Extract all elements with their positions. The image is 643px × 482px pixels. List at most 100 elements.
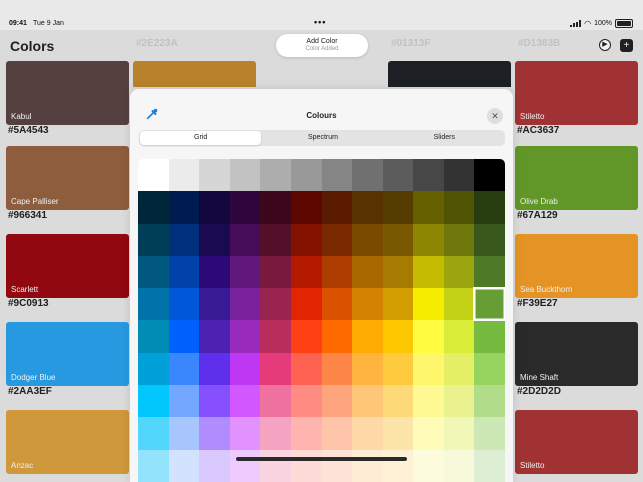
color-swatch[interactable] bbox=[352, 223, 383, 256]
color-swatch[interactable] bbox=[260, 417, 291, 450]
color-swatch[interactable] bbox=[474, 223, 505, 256]
color-swatch[interactable] bbox=[443, 449, 475, 482]
tab-grid[interactable]: Grid bbox=[140, 131, 262, 145]
color-swatch[interactable] bbox=[290, 352, 322, 386]
tab-spectrum[interactable]: Spectrum bbox=[262, 130, 383, 146]
color-swatch[interactable] bbox=[229, 159, 261, 192]
color-swatch[interactable] bbox=[168, 449, 200, 482]
color-swatch[interactable] bbox=[229, 385, 261, 418]
tab-sliders[interactable]: Sliders bbox=[384, 130, 505, 146]
color-swatch[interactable] bbox=[138, 223, 169, 256]
color-swatch[interactable] bbox=[443, 288, 475, 321]
color-swatch[interactable] bbox=[321, 191, 353, 224]
color-swatch[interactable] bbox=[168, 352, 200, 386]
color-swatch[interactable] bbox=[138, 449, 169, 482]
color-swatch[interactable] bbox=[199, 159, 230, 192]
color-swatch[interactable] bbox=[321, 255, 353, 289]
color-swatch[interactable] bbox=[229, 352, 261, 386]
color-swatch[interactable] bbox=[138, 352, 169, 386]
color-swatch[interactable] bbox=[382, 223, 414, 256]
color-swatch[interactable] bbox=[413, 352, 444, 386]
color-swatch[interactable] bbox=[321, 417, 353, 450]
color-swatch[interactable] bbox=[474, 288, 505, 321]
color-swatch[interactable] bbox=[168, 159, 200, 192]
color-swatch[interactable] bbox=[229, 288, 261, 321]
color-swatch[interactable] bbox=[138, 288, 169, 321]
color-swatch[interactable] bbox=[382, 159, 414, 192]
color-swatch[interactable] bbox=[260, 352, 291, 386]
color-swatch[interactable] bbox=[352, 159, 383, 192]
color-swatch[interactable] bbox=[229, 191, 261, 224]
color-swatch[interactable] bbox=[413, 320, 444, 353]
color-swatch[interactable] bbox=[199, 417, 230, 450]
color-swatch[interactable] bbox=[229, 255, 261, 289]
color-swatch[interactable] bbox=[443, 159, 475, 192]
color-swatch[interactable] bbox=[260, 288, 291, 321]
color-swatch[interactable] bbox=[199, 320, 230, 353]
color-swatch[interactable] bbox=[321, 288, 353, 321]
color-swatch[interactable] bbox=[474, 255, 505, 289]
color-swatch[interactable] bbox=[321, 320, 353, 353]
color-swatch[interactable] bbox=[352, 417, 383, 450]
color-swatch[interactable] bbox=[229, 449, 261, 482]
color-swatch[interactable] bbox=[199, 255, 230, 289]
color-swatch[interactable] bbox=[199, 352, 230, 386]
color-swatch[interactable] bbox=[290, 320, 322, 353]
color-swatch[interactable] bbox=[290, 223, 322, 256]
color-swatch[interactable] bbox=[413, 159, 444, 192]
color-swatch[interactable] bbox=[474, 352, 505, 386]
color-swatch[interactable] bbox=[321, 352, 353, 386]
color-swatch[interactable] bbox=[138, 255, 169, 289]
color-swatch[interactable] bbox=[199, 385, 230, 418]
color-swatch[interactable] bbox=[138, 320, 169, 353]
color-swatch[interactable] bbox=[199, 223, 230, 256]
color-swatch[interactable] bbox=[443, 352, 475, 386]
color-swatch[interactable] bbox=[168, 288, 200, 321]
color-swatch[interactable] bbox=[260, 320, 291, 353]
color-swatch[interactable] bbox=[290, 385, 322, 418]
color-swatch[interactable] bbox=[443, 417, 475, 450]
color-swatch[interactable] bbox=[382, 385, 414, 418]
color-swatch[interactable] bbox=[352, 320, 383, 353]
color-swatch[interactable] bbox=[321, 385, 353, 418]
home-indicator[interactable] bbox=[236, 457, 407, 461]
color-swatch[interactable] bbox=[413, 191, 444, 224]
color-swatch[interactable] bbox=[199, 288, 230, 321]
color-swatch[interactable] bbox=[443, 255, 475, 289]
color-swatch[interactable] bbox=[229, 320, 261, 353]
color-swatch[interactable] bbox=[382, 352, 414, 386]
color-swatch[interactable] bbox=[443, 191, 475, 224]
color-swatch[interactable] bbox=[474, 320, 505, 353]
color-swatch[interactable] bbox=[168, 417, 200, 450]
multitasking-dots-icon[interactable]: ••• bbox=[314, 17, 326, 27]
color-swatch[interactable] bbox=[260, 385, 291, 418]
color-swatch[interactable] bbox=[199, 191, 230, 224]
color-swatch[interactable] bbox=[443, 320, 475, 353]
color-swatch[interactable] bbox=[474, 449, 505, 482]
color-swatch[interactable] bbox=[138, 385, 169, 418]
color-swatch[interactable] bbox=[352, 255, 383, 289]
color-swatch[interactable] bbox=[352, 352, 383, 386]
color-swatch[interactable] bbox=[199, 449, 230, 482]
color-swatch[interactable] bbox=[290, 449, 322, 482]
color-swatch[interactable] bbox=[229, 223, 261, 256]
color-swatch[interactable] bbox=[413, 417, 444, 450]
color-swatch[interactable] bbox=[321, 159, 353, 192]
color-swatch[interactable] bbox=[260, 191, 291, 224]
color-swatch[interactable] bbox=[382, 417, 414, 450]
color-swatch[interactable] bbox=[138, 191, 169, 224]
color-swatch[interactable] bbox=[413, 223, 444, 256]
color-swatch[interactable] bbox=[260, 159, 291, 192]
color-swatch[interactable] bbox=[413, 449, 444, 482]
color-swatch[interactable] bbox=[474, 191, 505, 224]
color-swatch[interactable] bbox=[382, 320, 414, 353]
color-swatch[interactable] bbox=[443, 385, 475, 418]
color-swatch[interactable] bbox=[138, 417, 169, 450]
color-swatch[interactable] bbox=[413, 288, 444, 321]
color-swatch[interactable] bbox=[413, 385, 444, 418]
color-swatch[interactable] bbox=[168, 223, 200, 256]
color-swatch[interactable] bbox=[229, 417, 261, 450]
color-swatch[interactable] bbox=[352, 385, 383, 418]
color-swatch[interactable] bbox=[474, 417, 505, 450]
color-swatch[interactable] bbox=[260, 449, 291, 482]
